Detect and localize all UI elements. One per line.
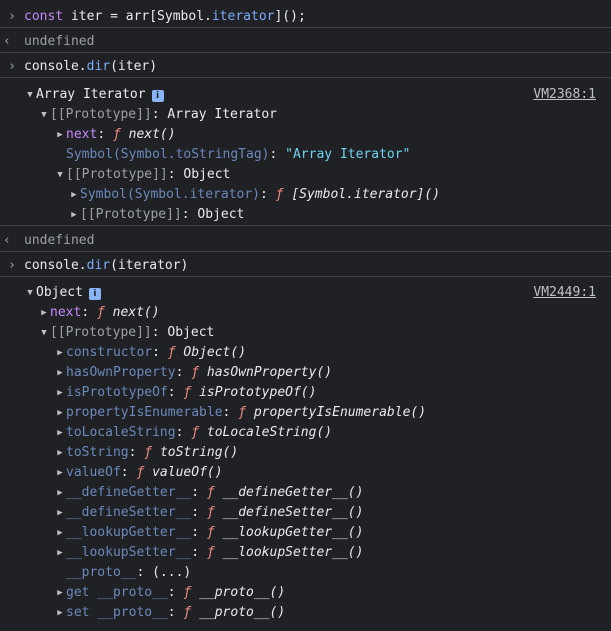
tree-node-member[interactable]: ▶ hasOwnProperty: ƒ hasOwnProperty() — [0, 363, 611, 383]
source-link[interactable]: VM2368:1 — [533, 85, 596, 105]
triangle-right-icon[interactable]: ▶ — [54, 343, 66, 363]
tree-node-member[interactable]: ▶ isPrototypeOf: ƒ isPrototypeOf() — [0, 383, 611, 403]
triangle-right-icon[interactable]: ▶ — [54, 603, 66, 623]
triangle-right-icon[interactable]: ▶ — [54, 463, 66, 483]
triangle-right-icon[interactable]: ▶ — [54, 543, 66, 563]
tree-node-getter[interactable]: ▶ get __proto__: ƒ __proto__() — [0, 583, 611, 603]
triangle-right-icon[interactable]: ▶ — [54, 403, 66, 423]
triangle-down-icon[interactable]: ▼ — [24, 283, 36, 303]
tree-node-next[interactable]: ▶ next: ƒ next() — [0, 303, 611, 323]
tree-node-next[interactable]: ▶ next: ƒ next() — [0, 125, 611, 145]
return-arrow-icon: ‹ — [3, 34, 11, 49]
console-input-line[interactable]: › console.dir(iter) — [0, 57, 611, 78]
triangle-right-icon[interactable]: ▶ — [68, 205, 80, 225]
tree-node-member[interactable]: ▶ valueOf: ƒ valueOf() — [0, 463, 611, 483]
triangle-down-icon[interactable]: ▼ — [38, 105, 50, 125]
console-command: console.dir(iterator) — [24, 258, 189, 273]
triangle-right-icon[interactable]: ▶ — [68, 185, 80, 205]
info-icon[interactable]: i — [151, 90, 164, 102]
chevron-right-icon: › — [8, 59, 16, 74]
tree-node-member[interactable]: ▶ __lookupGetter__: ƒ __lookupGetter__() — [0, 523, 611, 543]
triangle-right-icon[interactable]: ▶ — [54, 443, 66, 463]
triangle-right-icon[interactable]: ▶ — [54, 125, 66, 145]
return-arrow-icon: ‹ — [3, 233, 11, 248]
source-link[interactable]: VM2449:1 — [533, 283, 596, 303]
triangle-right-icon[interactable]: ▶ — [54, 503, 66, 523]
triangle-down-icon[interactable]: ▼ — [24, 85, 36, 105]
keyword: const — [24, 9, 64, 24]
tree-node-member[interactable]: ▶ toLocaleString: ƒ toLocaleString() — [0, 423, 611, 443]
chevron-right-icon: › — [8, 258, 16, 273]
tree-node-member[interactable]: ▶ __lookupSetter__: ƒ __lookupSetter__() — [0, 543, 611, 563]
triangle-right-icon[interactable]: ▶ — [54, 483, 66, 503]
tree-node-symbol-iterator[interactable]: ▶ Symbol(Symbol.iterator): ƒ [Symbol.iter… — [0, 185, 611, 205]
devtools-console: › const iter = arr[Symbol.iterator](); ‹… — [0, 0, 611, 631]
tree-node-member[interactable]: ▶ constructor: ƒ Object() — [0, 343, 611, 363]
return-value: undefined — [24, 34, 95, 49]
tree-node-prototype[interactable]: ▼ [[Prototype]]: Array Iterator — [0, 105, 611, 125]
tree-node-member[interactable]: ▶ propertyIsEnumerable: ƒ propertyIsEnume… — [0, 403, 611, 423]
tree-node-tostringtag: Symbol(Symbol.toStringTag): "Array Itera… — [66, 147, 411, 162]
object-tree-root[interactable]: ▼ Object i VM2449:1 — [0, 283, 611, 303]
tree-node-prototype[interactable]: ▶ [[Prototype]]: Object — [0, 205, 611, 226]
info-icon[interactable]: i — [88, 288, 101, 300]
console-input-line[interactable]: › console.dir(iterator) — [0, 256, 611, 277]
tree-node-member[interactable]: ▶ toString: ƒ toString() — [0, 443, 611, 463]
tree-node-prototype[interactable]: ▼ [[Prototype]]: Object — [0, 323, 611, 343]
console-input-line[interactable]: › const iter = arr[Symbol.iterator](); — [0, 7, 611, 28]
tree-node-prototype[interactable]: ▼ [[Prototype]]: Object — [0, 165, 611, 185]
triangle-down-icon[interactable]: ▼ — [38, 323, 50, 343]
console-command: const iter = arr[Symbol.iterator](); — [24, 9, 306, 24]
object-tree-root[interactable]: ▼ Array Iterator i VM2368:1 — [0, 85, 611, 105]
triangle-down-icon[interactable]: ▼ — [54, 165, 66, 185]
tree-node-proto-accessor[interactable]: __proto__: (...) — [0, 563, 611, 583]
triangle-right-icon[interactable]: ▶ — [54, 383, 66, 403]
console-command: console.dir(iter) — [24, 59, 158, 74]
tree-node-setter[interactable]: ▶ set __proto__: ƒ __proto__() — [0, 603, 611, 623]
tree-node-member[interactable]: ▶ __defineGetter__: ƒ __defineGetter__() — [0, 483, 611, 503]
triangle-right-icon[interactable]: ▶ — [54, 523, 66, 543]
triangle-right-icon[interactable]: ▶ — [54, 423, 66, 443]
triangle-right-icon[interactable]: ▶ — [54, 363, 66, 383]
triangle-right-icon[interactable]: ▶ — [54, 583, 66, 603]
chevron-right-icon: › — [8, 9, 16, 24]
tree-node-member[interactable]: ▶ __defineSetter__: ƒ __defineSetter__() — [0, 503, 611, 523]
console-return-line: ‹ undefined — [0, 231, 611, 252]
invoke-getter-button[interactable]: (...) — [152, 565, 191, 580]
console-return-line: ‹ undefined — [0, 32, 611, 53]
return-value: undefined — [24, 233, 95, 248]
triangle-right-icon[interactable]: ▶ — [38, 303, 50, 323]
